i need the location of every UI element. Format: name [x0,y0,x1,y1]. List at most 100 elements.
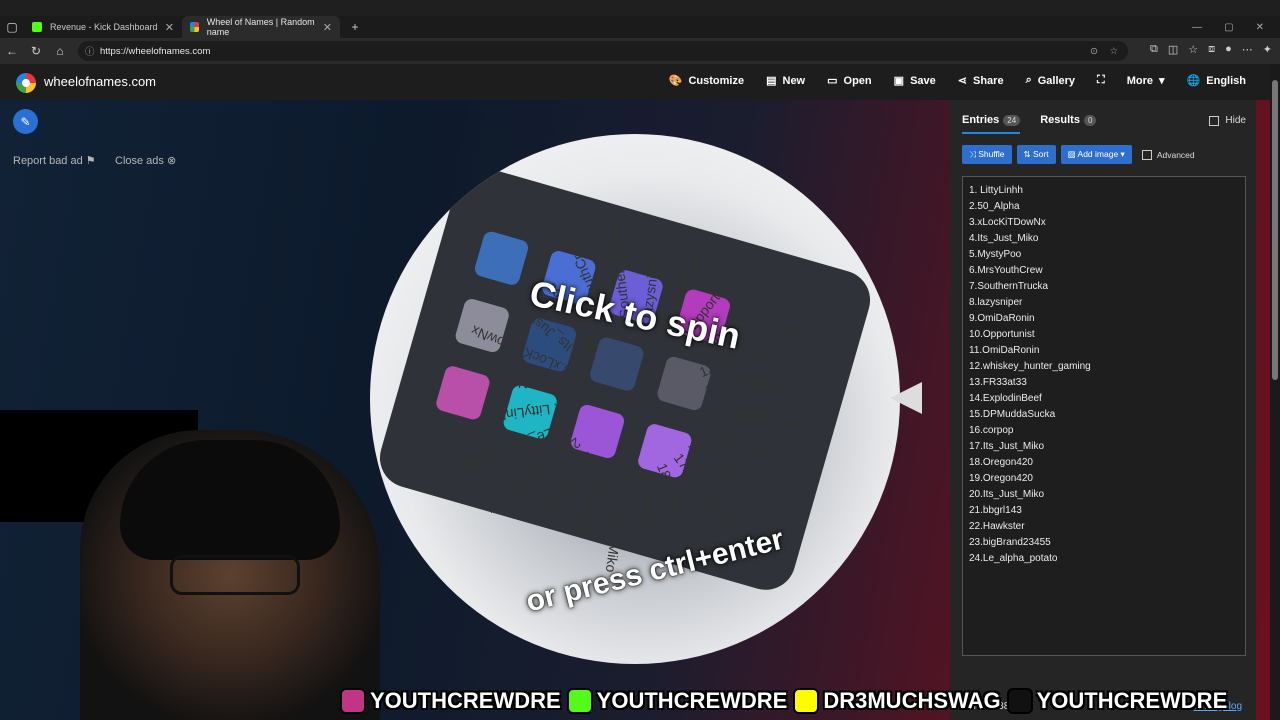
browser-menu-icon[interactable]: ⋯ [1242,43,1253,56]
wheel-pointer-icon [890,382,922,414]
address-bar: ← ↻ ⌂ ⓘ https://wheelofnames.com ⊙ ☆ ⧉ ◫… [0,38,1280,64]
social-handle-text: DR3MUCHSWAG [823,688,1001,713]
entry-line: 20.Its_Just_Miko [969,489,1045,500]
save-icon: ▣ [893,75,905,87]
page-scrollbar[interactable] [1270,64,1280,720]
palette-icon: 🎨 [668,75,683,87]
open-button[interactable]: ▭ Open [827,74,872,88]
entry-line: 2.50_Alpha [969,201,1020,212]
image-icon: ▨ [1067,149,1076,159]
edit-pencil-button[interactable]: ✎ [13,109,38,134]
close-tab-icon[interactable]: ✕ [323,21,332,34]
tab-entries[interactable]: Entries 24 [962,114,1021,134]
entry-line: 23.bigBrand23455 [969,537,1051,548]
entries-textarea[interactable]: 1. LittyLinhh 2.50_Alpha 3.xLocKiTDowNx 4.I… [962,176,1246,656]
spin-wheel[interactable]: 1. LittyLinhh 2.50_Alpha 3.xLocKiTDowNx 4.I… [370,134,900,664]
profile-avatar-icon[interactable]: ● [1225,43,1232,56]
social-handle: YOUTHCREWDRE [1006,688,1228,714]
wheel-logo-icon[interactable] [16,73,36,93]
shuffle-icon: ⤨ [969,149,976,159]
back-icon[interactable]: ← [0,44,24,58]
maximize-icon[interactable]: ▢ [1224,22,1233,33]
social-handle: YOUTHCREWDRE [340,688,561,714]
split-screen-icon[interactable]: ◫ [1168,43,1178,56]
entry-line: 5.MystyPoo [969,249,1022,260]
kick-icon [566,688,593,714]
favorites-icon[interactable]: ☆ [1188,43,1198,56]
site-info-icon[interactable]: ⓘ [85,44,95,58]
browser-window: ▢ Revenue - Kick Dashboard ✕ Wheel of Na… [0,0,1280,720]
instagram-icon [340,688,366,714]
tab-title: Wheel of Names | Random name [206,17,315,37]
close-window-icon[interactable]: ✕ [1256,22,1264,33]
file-icon: ▤ [766,75,777,87]
fullscreen-button[interactable]: ⛶ [1097,74,1105,87]
more-button[interactable]: More ▾ [1127,74,1165,88]
folder-icon: ▭ [827,75,838,87]
extensions-icon[interactable]: ⧉ [1150,43,1158,56]
pencil-icon: ✎ [20,114,31,129]
save-button[interactable]: ▣ Save [893,74,936,88]
social-handle-text: YOUTHCREWDRE [370,688,561,713]
url-text: https://wheelofnames.com [100,45,211,57]
new-tab-icon[interactable]: + [340,20,370,34]
tab-results[interactable]: Results 0 [1040,114,1097,134]
site-brand[interactable]: wheelofnames.com [44,74,156,89]
close-circle-icon: ⊗ [166,155,177,167]
reload-icon[interactable]: ↻ [24,44,48,58]
social-handle-text: YOUTHCREWDRE [1036,688,1228,713]
minimize-icon[interactable]: — [1192,22,1202,33]
entry-line: 17.Its_Just_Miko [969,441,1045,452]
social-handle: DR3MUCHSWAG [793,688,1001,714]
shuffle-button[interactable]: ⤨ Shuffle [962,145,1012,164]
entry-line: 18.Oregon420 [969,457,1033,468]
tab-actions-icon[interactable]: ▢ [0,20,24,34]
entry-line: 13.FR33at33 [969,377,1027,388]
customize-button[interactable]: 🎨 Customize [668,74,744,88]
entry-line: 19.Oregon420 [969,473,1033,484]
close-tab-icon[interactable]: ✕ [165,21,174,34]
entries-panel: Entries 24 Results 0 Hide ⤨ Shuffle ⇅ Sort… [950,100,1256,720]
language-button[interactable]: 🌐 English [1187,74,1246,88]
advanced-checkbox[interactable] [1141,149,1152,160]
entry-line: 1. LittyLinhh [969,185,1023,196]
reader-icon[interactable]: ⊙ [1090,46,1098,57]
favorite-star-icon[interactable]: ☆ [1109,46,1118,57]
webcam-overlay [80,430,380,720]
entry-line: 9.OmiDaRonin [969,313,1035,324]
close-ads-link[interactable]: Close ads ⊗ [115,154,176,167]
entry-line: 14.ExplodinBeef [969,393,1042,404]
home-icon[interactable]: ⌂ [48,44,72,58]
hide-checkbox[interactable] [1209,115,1220,126]
entry-line: 16.corpop [969,425,1014,436]
url-field[interactable]: ⓘ https://wheelofnames.com ⊙ ☆ [78,41,1128,61]
entries-count-badge: 24 [1003,115,1021,126]
sort-button[interactable]: ⇅ Sort [1016,145,1056,164]
entry-line: 10.Opportunist [969,329,1035,340]
tab-title: Revenue - Kick Dashboard [50,22,158,32]
collections-icon[interactable]: ⧈ [1208,43,1215,56]
entry-line: 3.xLocKiTDowNx [969,217,1046,228]
copilot-icon[interactable]: ✦ [1263,43,1272,56]
tab-kick[interactable]: Revenue - Kick Dashboard ✕ [24,16,182,38]
share-button[interactable]: ⋖ Share [957,74,1004,88]
fullscreen-icon: ⛶ [1097,74,1105,86]
entry-line: 22.Hawkster [969,521,1025,532]
tiktok-icon [1006,688,1033,714]
share-icon: ⋖ [957,75,967,87]
new-button[interactable]: ▤ New [766,74,805,88]
snapchat-icon [793,688,820,714]
webcam-person-hat [120,440,340,560]
hide-toggle[interactable]: Hide [1209,115,1246,126]
results-count-badge: 0 [1083,115,1097,126]
report-bad-ad-link[interactable]: Report bad ad ⚑ [13,154,96,167]
advanced-toggle[interactable]: Advanced [1141,149,1195,160]
search-icon: ⌕ [1025,74,1032,86]
entry-line: 4.Its_Just_Miko [969,233,1039,244]
social-handle: YOUTHCREWDRE [566,688,787,714]
kick-favicon-icon [32,22,42,32]
tab-wheelofnames[interactable]: Wheel of Names | Random name ✕ [182,16,340,38]
entry-line: 8.lazysniper [969,297,1023,308]
gallery-button[interactable]: ⌕ Gallery [1026,74,1075,87]
add-image-button[interactable]: ▨ Add image ▾ [1060,145,1132,164]
